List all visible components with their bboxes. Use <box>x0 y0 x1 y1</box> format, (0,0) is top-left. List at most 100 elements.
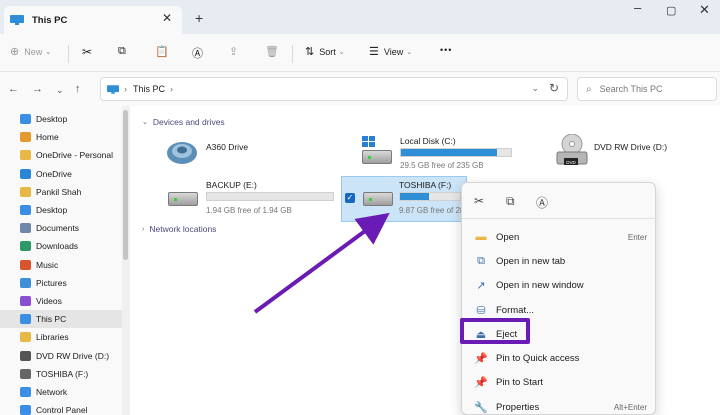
minimize-button[interactable]: – <box>634 0 641 15</box>
view-button[interactable]: ☰ View ⌄ <box>369 45 412 58</box>
paste-button[interactable]: 📋 <box>155 45 169 58</box>
context-menu: ✂ ⧉ Ⓐ ▬ Open Enter ⧉ Open in new tab ↗ Open in… <box>461 182 657 415</box>
sidebar-item[interactable]: DVD RW Drive (D:) <box>0 347 122 365</box>
a360-cloud-icon <box>167 142 197 164</box>
recent-chevron-icon[interactable]: ⌄ <box>56 85 64 96</box>
view-label: View <box>383 46 404 57</box>
eject-highlight-box <box>460 318 530 344</box>
copy-button[interactable]: ⧉ <box>118 45 126 58</box>
hard-drive-icon <box>168 192 198 206</box>
devices-group-header[interactable]: ⌄ Devices and drives <box>142 117 225 127</box>
sidebar-item[interactable]: Libraries <box>0 328 122 346</box>
free-space: 1.94 GB free of 1.94 GB <box>206 206 292 215</box>
rename-button[interactable]: Ⓐ <box>192 45 203 61</box>
sidebar-item[interactable]: Music <box>0 256 122 274</box>
sidebar-item[interactable]: Home <box>0 128 122 146</box>
sidebar-item-label: OneDrive - Personal <box>36 150 114 161</box>
context-menu-item[interactable]: 🔧 Properties Alt+Enter <box>462 396 657 415</box>
context-menu-label: Properties <box>496 401 540 413</box>
forward-arrow-icon[interactable]: → <box>32 83 43 95</box>
usage-fill <box>400 193 429 200</box>
sidebar-item-label: Control Panel <box>36 405 88 415</box>
context-menu-label: Open in new window <box>496 279 584 291</box>
sidebar-item-label: DVD RW Drive (D:) <box>36 350 110 361</box>
sidebar-item[interactable]: Pictures <box>0 274 122 292</box>
trash-icon: 🗑 <box>265 46 279 58</box>
rename-icon: Ⓐ <box>192 48 203 60</box>
usage-bar <box>400 148 512 157</box>
context-menu-item[interactable]: ⧉ Open in new tab <box>462 250 657 272</box>
address-dropdown-icon[interactable]: ⌄ <box>531 83 539 94</box>
search-input[interactable] <box>599 84 700 94</box>
videos-icon <box>20 296 31 306</box>
share-button[interactable]: ⇪ <box>229 45 238 58</box>
drive-name: DVD RW Drive (D:) <box>594 142 668 152</box>
pc-icon <box>10 15 24 25</box>
sidebar-item[interactable]: Pankil Shah <box>0 183 122 201</box>
refresh-icon[interactable]: ↻ <box>549 81 559 95</box>
sidebar-item[interactable]: Desktop <box>0 110 122 128</box>
sidebar-item[interactable]: Downloads <box>0 237 122 255</box>
more-label: ••• <box>440 45 453 55</box>
context-menu-item[interactable]: 📌 Pin to Start <box>462 371 657 393</box>
breadcrumb-chevron-icon: › <box>124 84 127 94</box>
back-arrow-icon[interactable]: ← <box>8 83 19 95</box>
sort-button[interactable]: ⇅ Sort ⌄ <box>305 45 345 58</box>
scissors-icon[interactable]: ✂ <box>474 194 484 208</box>
free-space: 9.87 GB free of 28 <box>399 206 465 215</box>
pc-icon <box>107 84 119 94</box>
context-menu-item[interactable]: ↗ Open in new window <box>462 274 657 296</box>
address-bar[interactable]: › This PC › ⌄ ↻ <box>100 77 568 101</box>
more-options-button[interactable]: ••• <box>440 45 452 55</box>
properties-icon: 🔧 <box>474 401 488 414</box>
copy-icon[interactable]: ⧉ <box>506 194 515 209</box>
delete-button[interactable]: 🗑 <box>265 45 279 58</box>
sidebar-item[interactable]: Desktop <box>0 201 122 219</box>
sidebar-item[interactable]: TOSHIBA (F:) <box>0 365 122 383</box>
new-label: New <box>24 46 43 57</box>
tab-this-pc[interactable]: This PC ✕ <box>4 6 182 34</box>
sidebar-item-label: Videos <box>36 296 62 306</box>
selection-checkbox[interactable]: ✓ <box>345 193 355 203</box>
format-icon: ⛁ <box>476 304 486 317</box>
new-tab-button[interactable]: + <box>195 10 203 26</box>
sidebar-item[interactable]: Documents <box>0 219 122 237</box>
network-group-header[interactable]: › Network locations <box>142 224 216 234</box>
network-icon <box>20 387 31 397</box>
context-menu-label: Format... <box>496 304 535 316</box>
chevron-down-icon: ⌄ <box>338 48 345 56</box>
sidebar-item-label: Pictures <box>36 277 67 288</box>
sidebar-item[interactable]: OneDrive <box>0 165 122 183</box>
maximize-button[interactable]: ▢ <box>666 4 676 17</box>
sidebar-scrollbar-thumb[interactable] <box>123 110 128 260</box>
desktop-icon <box>20 114 31 124</box>
folder-icon <box>20 150 31 161</box>
new-window-icon: ↗ <box>476 279 486 292</box>
drive-name: Local Disk (C:) <box>400 136 456 146</box>
control-panel-icon <box>20 405 31 415</box>
rename-icon[interactable]: Ⓐ <box>536 194 548 211</box>
shortcut-text: Alt+Enter <box>613 402 647 412</box>
navigation-pane: Desktop Home OneDrive - Personal OneDrive Pa… <box>0 106 122 415</box>
new-button[interactable]: ⊕ New ⌄ <box>10 45 51 58</box>
pin-icon: 📌 <box>474 352 488 365</box>
close-tab-icon[interactable]: ✕ <box>162 11 172 25</box>
context-menu-item[interactable]: 📌 Pin to Quick access <box>462 347 657 369</box>
sidebar-item[interactable]: Network <box>0 383 122 401</box>
breadcrumb-this-pc[interactable]: This PC <box>133 84 165 94</box>
cut-button[interactable]: ✂ <box>82 45 92 59</box>
up-arrow-icon[interactable]: ↑ <box>75 83 81 95</box>
sidebar-item[interactable]: Control Panel <box>0 401 122 415</box>
sidebar-item[interactable]: Videos <box>0 292 122 310</box>
search-box[interactable]: ⌕ <box>577 77 717 101</box>
sidebar-item[interactable]: OneDrive - Personal <box>0 146 122 164</box>
desktop-icon <box>20 205 31 215</box>
close-window-button[interactable]: ✕ <box>699 2 710 18</box>
svg-text:DVD: DVD <box>566 160 576 165</box>
sidebar-item-label: TOSHIBA (F:) <box>36 368 89 379</box>
context-menu-item[interactable]: ▬ Open Enter <box>462 226 657 248</box>
shortcut-text: Enter <box>627 232 647 242</box>
chevron-down-icon: ⌄ <box>142 119 148 126</box>
sidebar-item-label: Libraries <box>36 332 69 343</box>
sidebar-item[interactable]: This PC <box>0 310 122 329</box>
